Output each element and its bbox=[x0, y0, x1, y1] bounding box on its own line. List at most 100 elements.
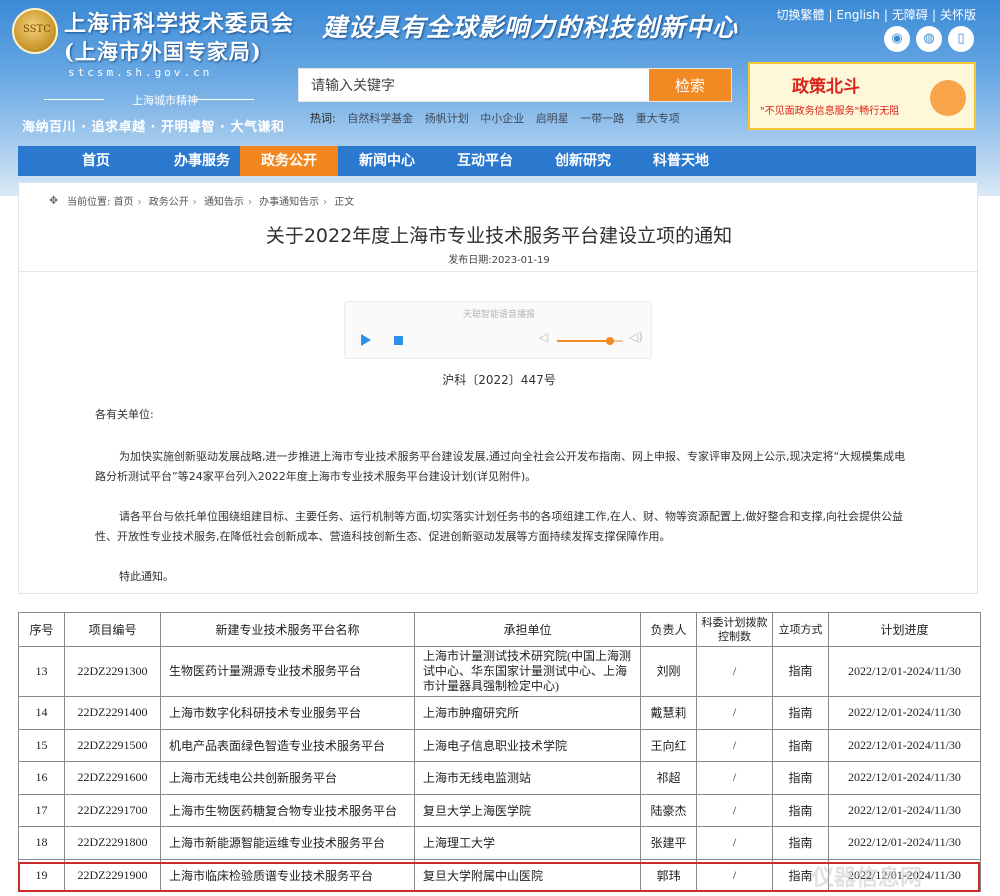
col-header: 承担单位 bbox=[414, 612, 641, 647]
col-header: 负责人 bbox=[640, 612, 697, 647]
nav-interaction[interactable]: 互动平台 bbox=[436, 146, 534, 176]
cell-unit: 上海市肿瘤研究所 bbox=[414, 696, 641, 730]
cell-index: 17 bbox=[18, 793, 65, 827]
cell-funding: / bbox=[696, 696, 773, 730]
hot-word-link[interactable]: 重大专项 bbox=[636, 112, 680, 125]
nav-news[interactable]: 新闻中心 bbox=[338, 146, 436, 176]
link-traditional[interactable]: 切换繁體 bbox=[776, 8, 824, 22]
hot-word-link[interactable]: 启明星 bbox=[536, 112, 569, 125]
search-button[interactable]: 检索 bbox=[649, 69, 731, 101]
cell-leader: 祁超 bbox=[640, 761, 697, 795]
hot-words-label: 热词: bbox=[310, 112, 336, 125]
cell-index: 16 bbox=[18, 761, 65, 795]
cell-unit: 复旦大学上海医学院 bbox=[414, 793, 641, 827]
breadcrumb-item[interactable]: 通知告示 bbox=[204, 197, 244, 208]
link-english[interactable]: English bbox=[837, 8, 880, 22]
hot-word-link[interactable]: 自然科学基金 bbox=[347, 112, 413, 125]
table-row: 16 22DZ2291600 上海市无线电公共创新服务平台 上海市无线电监测站 … bbox=[18, 761, 981, 795]
table-row: 15 22DZ2291500 机电产品表面绿色智造专业技术服务平台 上海电子信息… bbox=[18, 728, 981, 762]
volume-fill bbox=[557, 340, 610, 342]
cell-index: 18 bbox=[18, 826, 65, 860]
site-domain: stcsm.sh.gov.cn bbox=[68, 66, 213, 79]
play-icon[interactable] bbox=[361, 334, 371, 346]
city-spirit-text: 海纳百川 · 追求卓越 · 开明睿智 · 大气谦和 bbox=[22, 120, 285, 135]
cell-platform: 上海市无线电公共创新服务平台 bbox=[160, 761, 415, 795]
volume-high-icon: ◁) bbox=[629, 330, 643, 344]
col-header: 立项方式 bbox=[772, 612, 829, 647]
article-panel: ✥ 当前位置: 首页 › 政务公开 › 通知告示 › 办事通知告示 › 正文 关于202… bbox=[18, 182, 979, 594]
volume-slider[interactable] bbox=[557, 337, 623, 345]
col-header: 新建专业技术服务平台名称 bbox=[160, 612, 415, 647]
hot-words: 热词: 自然科学基金 扬帆计划 中小企业 启明星 一带一路 重大专项 bbox=[310, 110, 688, 126]
nav-home[interactable]: 首页 bbox=[38, 146, 154, 176]
hot-word-link[interactable]: 中小企业 bbox=[480, 112, 524, 125]
volume-handle[interactable] bbox=[605, 337, 614, 345]
cell-schedule: 2022/12/01-2024/11/30 bbox=[828, 696, 981, 730]
publish-date: 发布日期:2023-01-19 bbox=[448, 255, 550, 266]
body-paragraph: 请各平台与依托单位围绕组建目标、主要任务、运行机制等方面,切实落实计划任务书的各… bbox=[95, 510, 903, 543]
cell-method: 指南 bbox=[772, 793, 829, 827]
table-row: 18 22DZ2291800 上海市新能源智能运维专业技术服务平台 上海理工大学… bbox=[18, 826, 981, 860]
cell-method: 指南 bbox=[772, 646, 829, 697]
audio-player: 天聪智能语音播报 ◁ ◁) bbox=[344, 301, 652, 359]
org-name[interactable]: 上海市科学技术委员会 bbox=[64, 6, 294, 38]
main-nav: 首页 办事服务 政务公开 新闻中心 互动平台 创新研究 科普天地 bbox=[18, 146, 976, 176]
breadcrumb-item[interactable]: 政务公开 bbox=[149, 197, 189, 208]
cell-code: 22DZ2291700 bbox=[64, 793, 161, 827]
hot-word-link[interactable]: 扬帆计划 bbox=[425, 112, 469, 125]
cell-funding: / bbox=[696, 826, 773, 860]
banner-title: 政策北斗 bbox=[792, 77, 860, 97]
cell-method: 指南 bbox=[772, 826, 829, 860]
cell-schedule: 2022/12/01-2024/11/30 bbox=[828, 761, 981, 795]
nav-gov-affairs[interactable]: 政务公开 bbox=[240, 146, 338, 176]
wechat-icon[interactable]: ◍ bbox=[916, 26, 942, 52]
nav-services[interactable]: 办事服务 bbox=[154, 146, 250, 176]
cell-unit: 上海电子信息职业技术学院 bbox=[414, 728, 641, 762]
article-title: 关于2022年度上海市专业技术服务平台建设立项的通知 bbox=[265, 225, 733, 247]
weibo-icon[interactable]: ◉ bbox=[884, 26, 910, 52]
cell-funding: / bbox=[696, 793, 773, 827]
audio-title: 天聪智能语音播报 bbox=[462, 310, 535, 320]
cell-leader: 张建平 bbox=[640, 826, 697, 860]
platform-table: 序号 项目编号 新建专业技术服务平台名称 承担单位 负责人 科委计划拨款控制数 … bbox=[18, 612, 981, 892]
cell-code: 22DZ2291600 bbox=[64, 761, 161, 795]
cell-method: 指南 bbox=[772, 696, 829, 730]
policy-banner[interactable]: 政策北斗 "不见面政务信息服务"畅行无阻 bbox=[748, 62, 976, 130]
addressee: 各有关单位: bbox=[95, 408, 154, 421]
emblem-logo[interactable]: SSTC bbox=[12, 8, 58, 54]
cell-leader: 陆豪杰 bbox=[640, 793, 697, 827]
cell-index: 14 bbox=[18, 696, 65, 730]
search-input[interactable] bbox=[299, 69, 649, 101]
breadcrumb: ✥ 当前位置: 首页 › 政务公开 › 通知告示 › 办事通知告示 › 正文 bbox=[49, 194, 355, 208]
breadcrumb-item[interactable]: 办事通知告示 bbox=[259, 197, 319, 208]
cell-schedule: 2022/12/01-2024/11/30 bbox=[828, 826, 981, 860]
cell-leader: 戴慧莉 bbox=[640, 696, 697, 730]
nav-science[interactable]: 科普天地 bbox=[632, 146, 730, 176]
banner-illustration bbox=[930, 80, 966, 116]
emblem-text: SSTC bbox=[23, 24, 51, 35]
breadcrumb-item: 正文 bbox=[334, 197, 355, 208]
mobile-icon[interactable]: ▯ bbox=[948, 26, 974, 52]
cell-schedule: 2022/12/01-2024/11/30 bbox=[828, 646, 981, 697]
cell-unit: 上海理工大学 bbox=[414, 826, 641, 860]
hot-word-link[interactable]: 一带一路 bbox=[580, 112, 624, 125]
table-row: 14 22DZ2291400 上海市数字化科研技术专业服务平台 上海市肿瘤研究所… bbox=[18, 696, 981, 730]
link-care-mode[interactable]: 关怀版 bbox=[940, 8, 976, 22]
cell-method: 指南 bbox=[772, 728, 829, 762]
cell-code: 22DZ2291800 bbox=[64, 826, 161, 860]
stop-icon[interactable] bbox=[394, 336, 403, 345]
cell-funding: / bbox=[696, 646, 773, 697]
table-row: 17 22DZ2291700 上海市生物医药糖复合物专业技术服务平台 复旦大学上… bbox=[18, 793, 981, 827]
nav-innovation[interactable]: 创新研究 bbox=[534, 146, 632, 176]
link-accessibility[interactable]: 无障碍 bbox=[892, 8, 928, 22]
breadcrumb-label: 当前位置: bbox=[67, 197, 111, 208]
cell-platform: 上海市新能源智能运维专业技术服务平台 bbox=[160, 826, 415, 860]
cell-platform: 上海市数字化科研技术专业服务平台 bbox=[160, 696, 415, 730]
cell-code: 22DZ2291400 bbox=[64, 696, 161, 730]
cell-funding: / bbox=[696, 761, 773, 795]
breadcrumb-item[interactable]: 首页 bbox=[114, 197, 134, 208]
cell-code: 22DZ2291300 bbox=[64, 646, 161, 697]
banner-subtitle: "不见面政务信息服务"畅行无阻 bbox=[760, 106, 900, 117]
cell-platform: 上海市生物医药糖复合物专业技术服务平台 bbox=[160, 793, 415, 827]
document-number: 沪科〔2022〕447号 bbox=[442, 373, 556, 387]
